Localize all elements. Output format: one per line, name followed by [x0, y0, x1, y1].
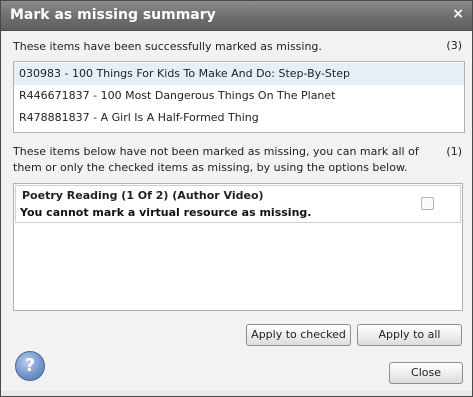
success-list[interactable]: 030983 - 100 Things For Kids To Make And…: [13, 61, 465, 133]
apply-to-checked-button[interactable]: Apply to checked: [246, 324, 351, 346]
failed-description-line1: These items below have not been marked a…: [13, 145, 419, 158]
help-icon[interactable]: ?: [15, 351, 45, 381]
list-item-label: 030983 - 100 Things For Kids To Make And…: [19, 67, 350, 80]
failed-count: (1): [446, 145, 462, 158]
list-item[interactable]: 030983 - 100 Things For Kids To Make And…: [14, 63, 464, 85]
mark-missing-summary-dialog: Mark as missing summary × These items ha…: [0, 0, 473, 397]
close-icon[interactable]: ×: [452, 6, 464, 22]
list-item[interactable]: Poetry Reading (1 Of 2) (Author Video) Y…: [15, 185, 461, 223]
list-item[interactable]: R478881837 - A Girl Is A Half-Formed Thi…: [14, 107, 464, 129]
bottom-strip: [1, 391, 472, 396]
item-checkbox[interactable]: [421, 197, 434, 210]
list-item-label: R446671837 - 100 Most Dangerous Things O…: [19, 89, 336, 102]
dialog-titlebar[interactable]: Mark as missing summary ×: [1, 1, 472, 31]
dialog-title: Mark as missing summary: [10, 7, 216, 23]
success-count: (3): [446, 39, 462, 52]
list-item-label: R478881837 - A Girl Is A Half-Formed Thi…: [19, 111, 259, 124]
apply-to-all-button[interactable]: Apply to all: [357, 324, 462, 346]
close-button[interactable]: Close: [389, 362, 463, 384]
failed-description-line2: them or only the checked items as missin…: [13, 161, 408, 174]
list-item[interactable]: R446671837 - 100 Most Dangerous Things O…: [14, 85, 464, 107]
failed-list[interactable]: Poetry Reading (1 Of 2) (Author Video) Y…: [13, 183, 463, 311]
success-description: These items have been successfully marke…: [13, 40, 322, 53]
failed-item-message: You cannot mark a virtual resource as mi…: [20, 206, 312, 219]
failed-item-title: Poetry Reading (1 Of 2) (Author Video): [22, 189, 264, 202]
